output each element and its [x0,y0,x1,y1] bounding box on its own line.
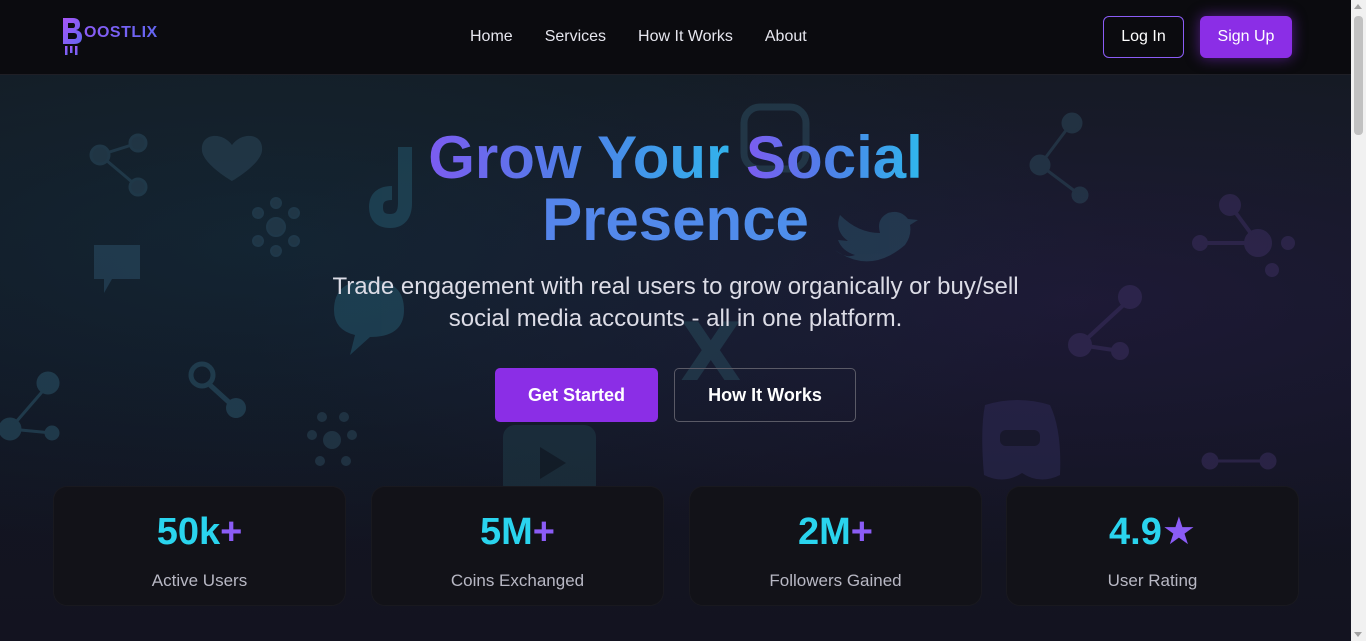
hero-section: X Grow Your Social Presence Trade engage… [0,75,1351,641]
network-icon [1068,285,1142,360]
hero-title-line2: Presence [0,189,1351,251]
hero-subtitle: Trade engagement with real users to grow… [283,271,1068,335]
stat-value: 4.9★ [1007,511,1298,553]
scroll-up-arrow-icon[interactable] [1354,4,1362,9]
stat-card-active-users: 50k+ Active Users [53,486,346,606]
hero-title: Grow Your Social Presence [0,127,1351,251]
nav-link-how-it-works[interactable]: How It Works [638,28,733,46]
stat-label: Active Users [151,571,248,590]
stat-number: 5M [480,511,533,553]
stat-label: Followers Gained [769,571,902,590]
network-icon [0,371,60,441]
login-button[interactable]: Log In [1103,16,1184,58]
stat-value: 5M+ [372,511,663,553]
brand-logo[interactable]: OOSTLIX [60,16,158,56]
top-navbar: OOSTLIX Home Services How It Works About… [0,0,1351,75]
stat-number: 50k [156,511,221,553]
main-nav: Home Services How It Works About [470,28,839,46]
scrollbar-thumb[interactable] [1354,16,1363,135]
stat-number: 4.9 [1109,511,1162,553]
hero-title-highlight: Social [746,124,923,191]
stat-value: 50k+ [54,511,345,553]
stat-number: 2M [798,511,851,553]
network-icon [1201,452,1277,470]
nav-link-services[interactable]: Services [545,28,606,46]
b-rocket-logo-icon [63,18,82,55]
stat-label: Coins Exchanged [450,571,585,590]
scroll-down-arrow-icon[interactable] [1354,632,1362,637]
nav-link-home[interactable]: Home [470,28,513,46]
stat-suffix: + [850,511,873,553]
hero-subtitle-line1: Trade engagement with real users to grow… [332,273,1019,300]
stat-card-coins-exchanged: 5M+ Coins Exchanged [371,486,664,606]
network-icon [307,412,357,466]
stat-card-user-rating: 4.9★ User Rating [1006,486,1299,606]
network-icon [188,361,234,407]
page-scrollbar[interactable] [1351,0,1366,641]
hero-title-line1: Grow Your [428,124,747,191]
nav-link-about[interactable]: About [765,28,807,46]
how-it-works-button[interactable]: How It Works [674,368,856,422]
hero-subtitle-line2: social media accounts - all in one platf… [448,305,903,332]
brand-name: OOSTLIX [84,24,158,41]
stat-card-followers-gained: 2M+ Followers Gained [689,486,982,606]
chat-bubble-icon [94,245,140,293]
stat-label: User Rating [1107,571,1198,590]
signup-button[interactable]: Sign Up [1200,16,1292,58]
get-started-button[interactable]: Get Started [495,368,658,422]
stat-value: 2M+ [690,511,981,553]
stat-suffix: + [532,511,555,553]
star-icon: ★ [1161,511,1196,553]
stat-suffix: + [220,511,243,553]
